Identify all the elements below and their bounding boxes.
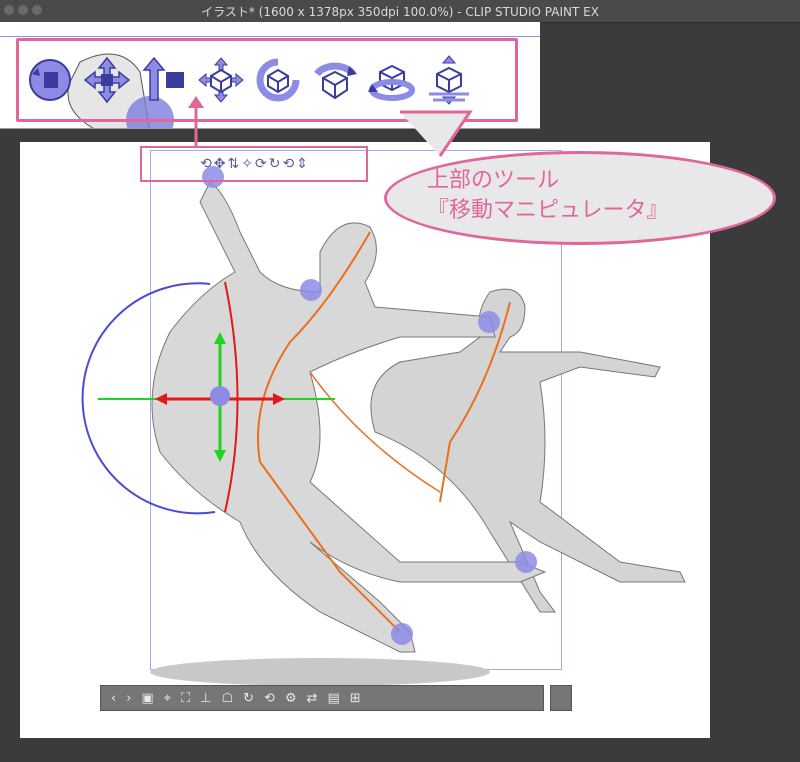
rotate-view-icon[interactable]	[308, 50, 361, 110]
ground-icon[interactable]: ⊥	[200, 691, 211, 706]
callout-line-2: 『移動マニピュレータ』	[427, 198, 669, 223]
maximize-window-button[interactable]	[32, 5, 42, 15]
rotate-icon[interactable]: ↻	[243, 691, 254, 706]
callout-bubble: 上部のツール 『移動マニピュレータ』	[384, 151, 776, 245]
settings-icon[interactable]: ⚙	[285, 691, 297, 706]
rotate-plane-icon[interactable]	[251, 50, 304, 110]
flip-icon[interactable]: ⇄	[307, 691, 318, 706]
callout-line-1: 上部のツール	[427, 168, 560, 193]
window-controls[interactable]	[4, 5, 42, 15]
rotate-plane-icon[interactable]: ⟳	[255, 156, 267, 172]
window-titlebar: イラスト* (1600 x 1378px 350dpi 100.0%) - CL…	[0, 0, 800, 23]
guide-line	[0, 36, 540, 37]
move-camera-forward-icon[interactable]: ⇅	[228, 156, 240, 172]
settings-button[interactable]	[550, 685, 572, 711]
rotate-view-icon[interactable]: ↻	[269, 156, 281, 172]
rotate-object-icon[interactable]	[365, 50, 418, 110]
move-plane-icon[interactable]: ✧	[241, 156, 253, 172]
object-launcher-bar: ‹ › ▣ ⌖ ⛶ ⊥ ☖ ↻ ⟲ ⚙ ⇄ ▤ ⊞	[100, 685, 544, 711]
camera-icon[interactable]: ⌖	[164, 691, 171, 706]
manipulator-toolbar: ⟲ ✥ ⇅ ✧ ⟳ ↻ ⟲ ⇕	[140, 146, 368, 182]
fit-icon[interactable]: ⛶	[181, 691, 190, 706]
pose-icon[interactable]: ☖	[221, 691, 233, 706]
rotate-camera-icon[interactable]: ⟲	[200, 156, 212, 172]
prev-button[interactable]: ‹	[111, 691, 116, 706]
move-object-along-plane-icon[interactable]	[422, 50, 475, 110]
move-camera-forward-icon[interactable]	[137, 50, 190, 110]
rotate-camera-icon[interactable]	[23, 50, 76, 110]
window-title: イラスト* (1600 x 1378px 350dpi 100.0%) - CL…	[201, 4, 599, 19]
manipulator-toolbar-zoomed	[16, 38, 518, 122]
next-button[interactable]: ›	[126, 691, 131, 706]
panel-icon[interactable]: ▣	[141, 691, 153, 706]
lock-icon[interactable]: ▤	[328, 691, 340, 706]
minimize-window-button[interactable]	[18, 5, 28, 15]
pan-camera-icon[interactable]	[80, 50, 133, 110]
body-icon[interactable]: ⊞	[350, 691, 361, 706]
zoomed-toolbar-inset	[0, 22, 540, 129]
reset-icon[interactable]: ⟲	[264, 691, 275, 706]
move-plane-icon[interactable]	[194, 50, 247, 110]
pan-camera-icon[interactable]: ✥	[214, 156, 226, 172]
move-object-along-plane-icon[interactable]: ⇕	[296, 156, 308, 172]
close-window-button[interactable]	[4, 5, 14, 15]
rotate-object-icon[interactable]: ⟲	[282, 156, 294, 172]
